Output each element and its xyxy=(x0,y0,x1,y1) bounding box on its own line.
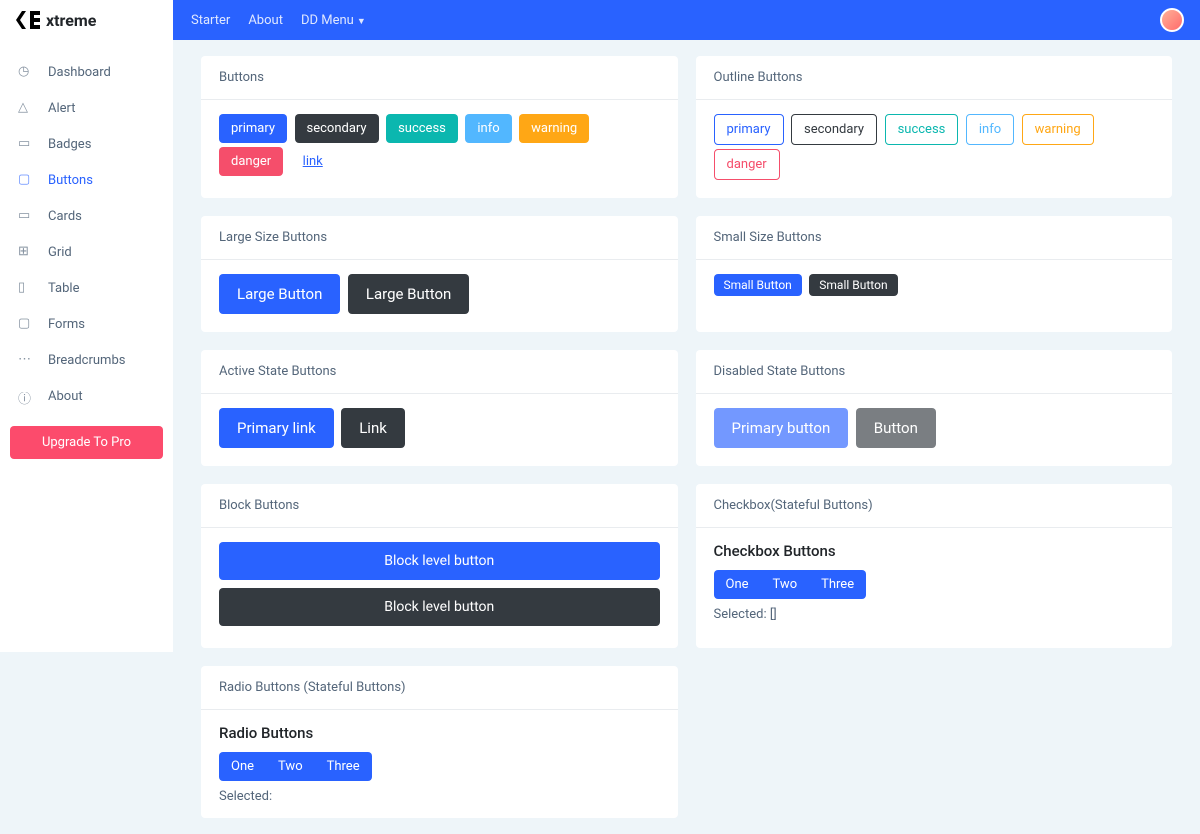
nav-about[interactable]: About xyxy=(248,13,283,28)
outline-secondary-button[interactable]: secondary xyxy=(791,114,877,145)
card-small-buttons: Small Size Buttons Small Button Small Bu… xyxy=(696,216,1173,332)
sidebar-item-label: Alert xyxy=(48,101,76,116)
sidebar-item-about[interactable]: ⓘ About xyxy=(0,378,173,414)
nav-dd-menu[interactable]: DD Menu▼ xyxy=(301,13,366,28)
sidebar-item-dashboard[interactable]: ◷ Dashboard xyxy=(0,54,173,90)
card-disabled-buttons: Disabled State Buttons Primary button Bu… xyxy=(696,350,1173,466)
block-primary-button[interactable]: Block level button xyxy=(219,542,660,580)
grid-icon: ⊞ xyxy=(18,244,34,260)
logo-icon xyxy=(16,11,40,29)
sidebar-item-forms[interactable]: ▢ Forms xyxy=(0,306,173,342)
sidebar-item-label: Table xyxy=(48,281,79,296)
card-checkbox-buttons: Checkbox(Stateful Buttons) Checkbox Butt… xyxy=(696,484,1173,648)
table-icon: ▯ xyxy=(18,280,34,296)
sidebar-item-label: About xyxy=(48,389,83,404)
brand-text: xtreme xyxy=(46,11,96,30)
sidebar: ◷ Dashboard △ Alert ▭ Badges ▢ Buttons ▭ Cards ⊞ Gr… xyxy=(0,40,173,652)
outline-danger-button[interactable]: danger xyxy=(714,149,780,180)
card-outline-buttons: Outline Buttons primary secondary succes… xyxy=(696,56,1173,198)
danger-button[interactable]: danger xyxy=(219,147,283,176)
sidebar-item-grid[interactable]: ⊞ Grid xyxy=(0,234,173,270)
sidebar-item-table[interactable]: ▯ Table xyxy=(0,270,173,306)
link-button[interactable]: link xyxy=(291,147,335,176)
card-active-buttons: Active State Buttons Primary link Link xyxy=(201,350,678,466)
primary-button[interactable]: primary xyxy=(219,114,287,143)
sidebar-item-alert[interactable]: △ Alert xyxy=(0,90,173,126)
card-radio-buttons: Radio Buttons (Stateful Buttons) Radio B… xyxy=(201,666,678,818)
radio-selected: Selected: xyxy=(219,789,660,804)
card-title: Outline Buttons xyxy=(696,56,1173,100)
card-large-buttons: Large Size Buttons Large Button Large Bu… xyxy=(201,216,678,332)
large-primary-button[interactable]: Large Button xyxy=(219,274,340,314)
nav-links: Starter About DD Menu▼ xyxy=(173,13,384,28)
warning-button[interactable]: warning xyxy=(519,114,589,143)
radio-heading: Radio Buttons xyxy=(219,724,660,742)
checkbox-three[interactable]: Three xyxy=(809,570,866,599)
radio-one[interactable]: One xyxy=(219,752,266,781)
disabled-secondary-button[interactable]: Button xyxy=(856,408,936,448)
disabled-primary-button[interactable]: Primary button xyxy=(714,408,849,448)
sidebar-item-breadcrumbs[interactable]: ⋯ Breadcrumbs xyxy=(0,342,173,378)
active-link-button[interactable]: Link xyxy=(341,408,405,448)
card-title: Buttons xyxy=(201,56,678,100)
sidebar-item-label: Buttons xyxy=(48,173,93,188)
outline-primary-button[interactable]: primary xyxy=(714,114,784,145)
sidebar-item-label: Badges xyxy=(48,137,91,152)
main-content: Buttons primary secondary success info w… xyxy=(173,40,1200,834)
avatar[interactable] xyxy=(1160,8,1184,32)
dashboard-icon: ◷ xyxy=(18,64,34,80)
large-secondary-button[interactable]: Large Button xyxy=(348,274,469,314)
card-title: Small Size Buttons xyxy=(696,216,1173,260)
checkbox-group: One Two Three xyxy=(714,570,867,599)
checkbox-two[interactable]: Two xyxy=(761,570,810,599)
topbar: xtreme Starter About DD Menu▼ xyxy=(0,0,1200,40)
badges-icon: ▭ xyxy=(18,136,34,152)
sidebar-item-cards[interactable]: ▭ Cards xyxy=(0,198,173,234)
secondary-button[interactable]: secondary xyxy=(295,114,379,143)
card-title: Active State Buttons xyxy=(201,350,678,394)
sidebar-item-label: Dashboard xyxy=(48,65,111,80)
checkbox-selected: Selected: [] xyxy=(714,607,1155,622)
forms-icon: ▢ xyxy=(18,316,34,332)
sidebar-item-label: Cards xyxy=(48,209,82,224)
about-icon: ⓘ xyxy=(18,388,34,404)
cards-icon: ▭ xyxy=(18,208,34,224)
block-secondary-button[interactable]: Block level button xyxy=(219,588,660,626)
small-primary-button[interactable]: Small Button xyxy=(714,274,802,296)
radio-group: One Two Three xyxy=(219,752,372,781)
checkbox-one[interactable]: One xyxy=(714,570,761,599)
upgrade-button[interactable]: Upgrade To Pro xyxy=(10,426,163,459)
sidebar-item-buttons[interactable]: ▢ Buttons xyxy=(0,162,173,198)
radio-two[interactable]: Two xyxy=(266,752,315,781)
outline-success-button[interactable]: success xyxy=(885,114,959,145)
checkbox-heading: Checkbox Buttons xyxy=(714,542,1155,560)
success-button[interactable]: success xyxy=(386,114,458,143)
active-primary-button[interactable]: Primary link xyxy=(219,408,334,448)
card-title: Block Buttons xyxy=(201,484,678,528)
sidebar-item-badges[interactable]: ▭ Badges xyxy=(0,126,173,162)
alert-icon: △ xyxy=(18,100,34,116)
chevron-down-icon: ▼ xyxy=(357,17,366,27)
logo[interactable]: xtreme xyxy=(0,0,173,40)
sidebar-item-label: Breadcrumbs xyxy=(48,353,125,368)
card-block-buttons: Block Buttons Block level button Block l… xyxy=(201,484,678,648)
card-buttons: Buttons primary secondary success info w… xyxy=(201,56,678,198)
sidebar-item-label: Forms xyxy=(48,317,85,332)
nav-starter[interactable]: Starter xyxy=(191,13,230,28)
breadcrumbs-icon: ⋯ xyxy=(18,352,34,368)
info-button[interactable]: info xyxy=(465,114,511,143)
card-title: Large Size Buttons xyxy=(201,216,678,260)
outline-warning-button[interactable]: warning xyxy=(1022,114,1094,145)
small-secondary-button[interactable]: Small Button xyxy=(809,274,897,296)
sidebar-item-label: Grid xyxy=(48,245,72,260)
buttons-icon: ▢ xyxy=(18,172,34,188)
radio-three[interactable]: Three xyxy=(315,752,372,781)
card-title: Disabled State Buttons xyxy=(696,350,1173,394)
outline-info-button[interactable]: info xyxy=(966,114,1014,145)
card-title: Checkbox(Stateful Buttons) xyxy=(696,484,1173,528)
card-title: Radio Buttons (Stateful Buttons) xyxy=(201,666,678,710)
